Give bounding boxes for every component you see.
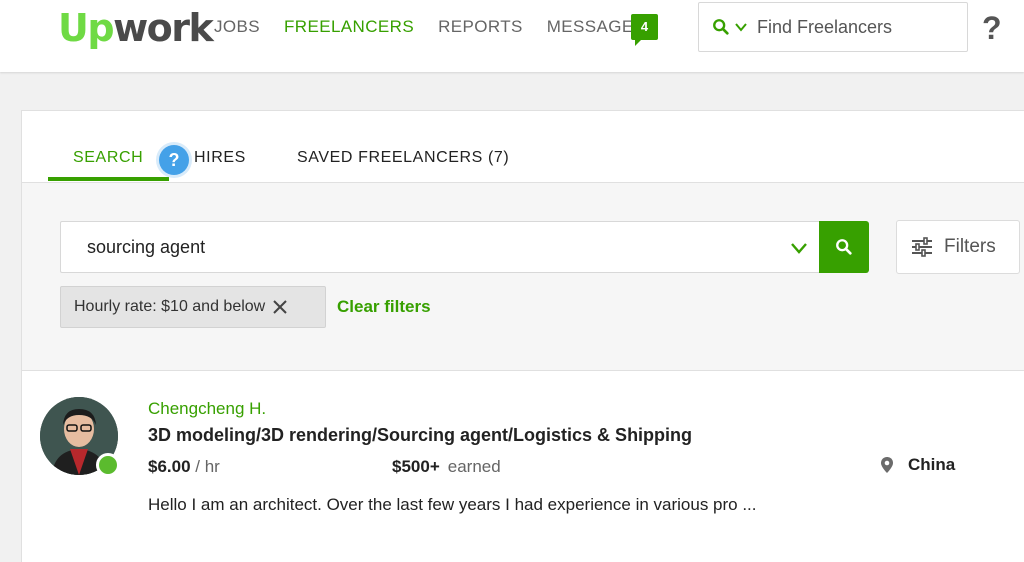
active-filter-label: Hourly rate: $10 and below [74, 298, 266, 315]
upwork-logo[interactable]: Up work [58, 6, 214, 50]
active-filter-chip: Hourly rate: $10 and below [60, 286, 326, 328]
help-bubble-icon[interactable]: ? [159, 145, 189, 175]
close-icon[interactable] [271, 298, 289, 316]
messages-count-badge[interactable]: 4 [631, 14, 658, 46]
chevron-down-icon[interactable] [790, 240, 808, 256]
search-query-input[interactable]: sourcing agent [60, 221, 820, 273]
search-card: SEARCH HIRES SAVED FREELANCERS (7) ? sou… [21, 110, 1024, 562]
search-filters-area: sourcing agent Filters Hourly rate: $10 … [22, 183, 1024, 371]
hourly-rate: $6.00 / hr [148, 457, 220, 476]
location-pin-icon [881, 457, 893, 473]
freelancer-title[interactable]: 3D modeling/3D rendering/Sourcing agent/… [148, 425, 692, 446]
main-nav: JOBS FREELANCERS REPORTS MESSAGES [214, 16, 669, 38]
earned-amount: $500+ earned [392, 457, 501, 476]
freelancer-name[interactable]: Chengcheng H. [148, 399, 266, 419]
nav-reports[interactable]: REPORTS [438, 16, 523, 38]
search-query-value[interactable]: sourcing agent [87, 237, 205, 258]
find-freelancers-search[interactable]: Find Freelancers [698, 2, 968, 52]
help-icon[interactable]: ? [982, 10, 1002, 47]
active-tab-indicator [48, 177, 169, 181]
search-button[interactable] [819, 221, 869, 273]
tab-search[interactable]: SEARCH [73, 149, 143, 167]
chevron-down-icon[interactable] [734, 20, 748, 34]
country-label: China [908, 455, 956, 474]
tab-hires[interactable]: HIRES [194, 149, 246, 167]
nav-freelancers[interactable]: FREELANCERS [284, 16, 414, 38]
search-icon[interactable] [712, 18, 730, 36]
filters-button[interactable]: Filters [896, 220, 1020, 274]
online-status-indicator [96, 453, 120, 477]
top-navigation-bar: Up work JOBS FREELANCERS REPORTS MESSAGES… [0, 0, 1024, 72]
search-icon [836, 239, 852, 255]
search-placeholder[interactable]: Find Freelancers [757, 17, 892, 38]
sliders-icon [912, 237, 932, 257]
filters-label: Filters [944, 236, 996, 257]
freelancer-description: Hello I am an architect. Over the last f… [148, 495, 757, 514]
tab-saved-freelancers[interactable]: SAVED FREELANCERS (7) [297, 149, 509, 167]
tab-bar: SEARCH HIRES SAVED FREELANCERS (7) ? [22, 111, 1024, 183]
freelancer-result-row[interactable]: Chengcheng H. 3D modeling/3D rendering/S… [22, 371, 1024, 561]
freelancer-location: China [880, 455, 955, 475]
clear-filters-link[interactable]: Clear filters [337, 297, 431, 317]
nav-jobs[interactable]: JOBS [214, 16, 260, 38]
